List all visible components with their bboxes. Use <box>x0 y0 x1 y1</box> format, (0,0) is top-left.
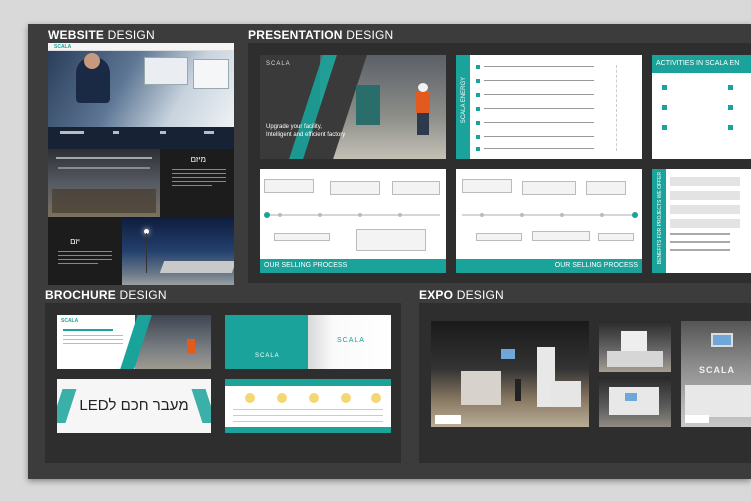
brochure-hebrew-headline: מעבר חכם לLED <box>79 397 189 414</box>
website-road-photo <box>122 217 234 285</box>
presentation-section-title: PRESENTATION DESIGN <box>248 28 394 42</box>
slide-cover-headline-1: Upgrade your facility, <box>266 124 322 130</box>
website-panel: SCALA מיזם יזם <box>48 43 234 285</box>
expo-photo-main <box>431 321 589 427</box>
slide-cover: SCALA Upgrade your facility, Intelligent… <box>260 55 446 159</box>
website-hero: SCALA <box>48 43 234 149</box>
slide-selling-title-1: OUR SELLING PROCESS <box>264 262 348 269</box>
slide-selling-title-2: OUR SELLING PROCESS <box>554 262 638 269</box>
brochure-spread-2: SCALA SCALA <box>225 315 391 369</box>
brochure-panel: SCALA SCALA SCALA מעבר חכם לLED <box>45 303 401 463</box>
slide-benefits-vertical-label: BENEFITS FOR PROJECTS WE OFFER <box>657 171 663 265</box>
slide-vertical-label: SCALA ENERGY <box>461 76 467 124</box>
slide-cover-logo: SCALA <box>266 61 291 67</box>
website-text-panel-1: מיזם <box>160 149 234 217</box>
slide-activities: ACTIVITIES IN SCALA EN <box>652 55 751 159</box>
brochure-logo-1: SCALA <box>61 318 79 324</box>
expo-section-title: EXPO DESIGN <box>419 288 504 302</box>
brochure-spread-4 <box>225 379 391 433</box>
slide-cover-headline-2: Intelligent and efficient factory <box>266 132 346 138</box>
slide-benefits: BENEFITS FOR PROJECTS WE OFFER <box>652 169 751 273</box>
website-logo: SCALA <box>54 44 72 50</box>
website-text-panel-2: יזם <box>48 217 122 285</box>
brochure-logo-2: SCALA <box>337 337 365 344</box>
presentation-panel: SCALA Upgrade your facility, Intelligent… <box>248 43 751 283</box>
expo-photo-3 <box>599 377 671 427</box>
expo-photo-4: SCALA <box>681 321 751 427</box>
website-section-title: WEBSITE DESIGN <box>48 28 155 42</box>
expo-booth-logo: SCALA <box>699 365 735 375</box>
website-factory-photo <box>48 149 160 217</box>
expo-photo-2 <box>599 321 671 372</box>
slide-selling-process-2: OUR SELLING PROCESS <box>456 169 642 273</box>
brochure-spread-3: מעבר חכם לLED <box>57 379 211 433</box>
brochure-spread-1: SCALA <box>57 315 211 369</box>
slide-activities-title: ACTIVITIES IN SCALA EN <box>656 60 740 67</box>
website-panel1-title: מיזם <box>190 155 206 164</box>
website-panel2-title: יזם <box>70 237 80 246</box>
slide-selling-process-1: OUR SELLING PROCESS <box>260 169 446 273</box>
brochure-logo-3: SCALA <box>255 353 280 359</box>
portfolio-board: WEBSITE DESIGN SCALA מיזם יזם PRESENTATI… <box>28 24 751 479</box>
brochure-section-title: BROCHURE DESIGN <box>45 288 167 302</box>
slide-scala-energy: SCALA ENERGY <box>456 55 642 159</box>
expo-panel: SCALA <box>419 303 751 463</box>
